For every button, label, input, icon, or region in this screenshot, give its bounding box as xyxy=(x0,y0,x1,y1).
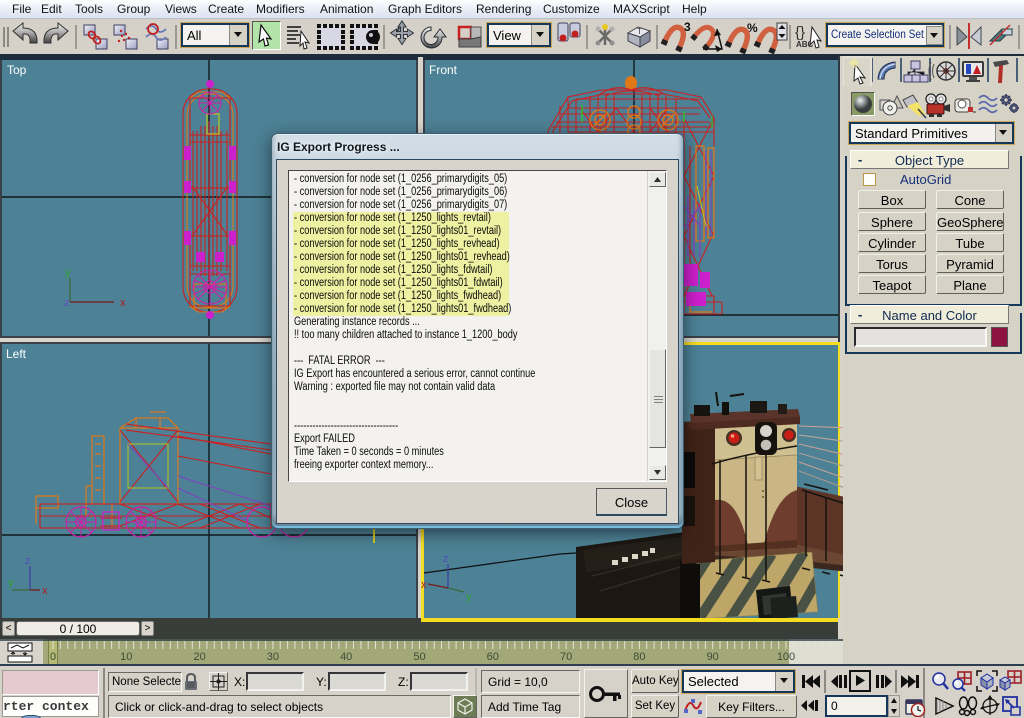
svg-text:90: 90 xyxy=(707,651,719,663)
svg-text:z: z xyxy=(25,555,31,567)
svg-text:Front: Front xyxy=(429,63,458,77)
svg-text:T: T xyxy=(637,27,642,36)
svg-text:y: y xyxy=(466,591,472,603)
svg-text:70: 70 xyxy=(560,651,572,663)
svg-text:3: 3 xyxy=(684,20,691,34)
svg-text:20: 20 xyxy=(193,651,205,663)
svg-text:50: 50 xyxy=(413,651,425,663)
svg-text:30: 30 xyxy=(267,651,279,663)
svg-text:y: y xyxy=(65,267,71,279)
svg-text:x: x xyxy=(421,579,427,591)
svg-text:y: y xyxy=(8,577,14,589)
svg-text:z: z xyxy=(64,297,70,309)
svg-text:80: 80 xyxy=(633,651,645,663)
svg-text:x: x xyxy=(120,297,126,309)
svg-text:100: 100 xyxy=(777,651,795,663)
svg-text:z: z xyxy=(443,553,449,565)
svg-text:40: 40 xyxy=(340,651,352,663)
svg-text:10: 10 xyxy=(120,651,132,663)
svg-text:x: x xyxy=(42,585,48,597)
svg-text:%: % xyxy=(747,21,758,35)
svg-text:Left: Left xyxy=(6,347,27,361)
svg-text:60: 60 xyxy=(487,651,499,663)
svg-text:Top: Top xyxy=(7,63,27,77)
svg-text:{}: {} xyxy=(795,24,805,41)
svg-text:0: 0 xyxy=(50,651,56,663)
